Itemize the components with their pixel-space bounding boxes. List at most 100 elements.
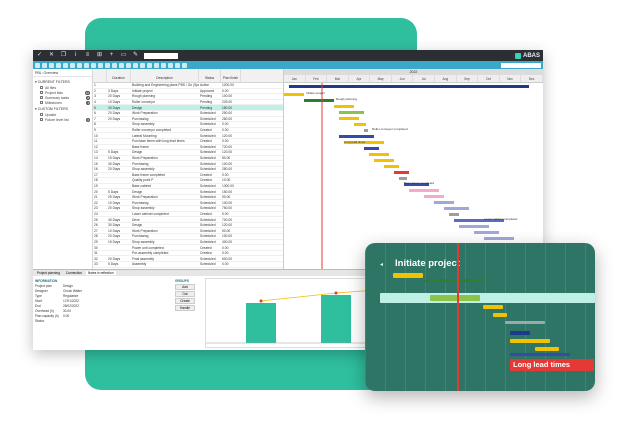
- action-button[interactable]: Out: [175, 291, 195, 297]
- col-header-description[interactable]: Description: [131, 69, 199, 82]
- toolbar-button-icon[interactable]: [119, 62, 124, 68]
- row-duration: 25 Days: [108, 195, 121, 200]
- toolbar-button-icon[interactable]: [105, 62, 110, 68]
- toolbar-button-icon[interactable]: [70, 62, 75, 68]
- gantt-bar[interactable]: [434, 201, 454, 204]
- row-duration: 10 Days: [108, 100, 121, 105]
- check-icon[interactable]: ✓: [36, 50, 43, 61]
- toolbar-button-icon[interactable]: [35, 62, 40, 68]
- filter-checkbox[interactable]: [40, 118, 43, 121]
- toolbar-button-icon[interactable]: [147, 62, 152, 68]
- action-button[interactable]: Create: [175, 298, 195, 304]
- row-description: Purchase items with long lead times: [132, 139, 185, 144]
- collapse-chevron-icon[interactable]: ◂: [380, 261, 383, 268]
- filter-checkbox[interactable]: [40, 113, 43, 116]
- filter-checkbox[interactable]: [40, 91, 43, 94]
- toolbar: [33, 61, 543, 69]
- gantt-bar[interactable]: [339, 135, 374, 138]
- gantt-bar[interactable]: [354, 123, 366, 126]
- detail-tab[interactable]: Project planning: [35, 271, 62, 275]
- gantt-bar[interactable]: [444, 207, 469, 210]
- toolbar-button-icon[interactable]: [182, 62, 187, 68]
- row-plan-finish: 0.00: [222, 211, 229, 216]
- gantt-month: Feb: [306, 75, 328, 82]
- table-row[interactable]: 33 5 Days Assembly Scheduled 0.00: [93, 262, 283, 268]
- gantt-bar[interactable]: [339, 117, 359, 120]
- col-header-status[interactable]: Status: [199, 69, 221, 82]
- gantt-bar[interactable]: [304, 99, 334, 102]
- gantt-bar[interactable]: [364, 147, 379, 150]
- list-icon[interactable]: ≡: [84, 50, 91, 61]
- gantt-bar[interactable]: [289, 85, 529, 88]
- row-description: Design: [132, 105, 143, 110]
- toolbar-button-icon[interactable]: [140, 62, 145, 68]
- toolbar-button-icon[interactable]: [91, 62, 96, 68]
- gantt-bar[interactable]: [334, 105, 354, 108]
- gantt-month: Oct: [478, 75, 500, 82]
- gantt-bar[interactable]: [399, 177, 407, 180]
- row-index: 4: [94, 100, 96, 105]
- gantt-bar[interactable]: [339, 111, 364, 114]
- gantt-bar[interactable]: [474, 231, 499, 234]
- row-index: 20: [94, 189, 98, 194]
- gantt-bar[interactable]: [374, 159, 394, 162]
- toolbar-button-icon[interactable]: [175, 62, 180, 68]
- toolbar-button-icon[interactable]: [168, 62, 173, 68]
- gantt-bar[interactable]: [394, 171, 409, 174]
- gantt-bar[interactable]: [409, 189, 439, 192]
- action-button[interactable]: Handle: [175, 305, 195, 311]
- toolbar-button-icon[interactable]: [126, 62, 131, 68]
- filter-item[interactable]: Milestones 4: [35, 100, 90, 105]
- col-header-plan-finish[interactable]: Plan finish: [221, 69, 241, 82]
- toolbar-button-icon[interactable]: [154, 62, 159, 68]
- gantt-label: Base frame completed: [404, 181, 434, 185]
- gantt-bar[interactable]: [424, 195, 444, 198]
- gantt-bar[interactable]: [459, 225, 489, 228]
- gantt-bar[interactable]: [384, 165, 399, 168]
- command-input[interactable]: [144, 52, 178, 59]
- toolbar-button-icon[interactable]: [112, 62, 117, 68]
- filter-checkbox[interactable]: [40, 101, 43, 104]
- row-description: Power unit completed: [132, 245, 164, 250]
- row-plan-finish: 120.00: [222, 223, 233, 228]
- gantt-bar[interactable]: [484, 237, 514, 240]
- close-icon[interactable]: ✕: [48, 50, 55, 61]
- gantt-bar[interactable]: [369, 153, 389, 156]
- row-index: 8: [94, 122, 96, 127]
- toolbar-button-icon[interactable]: [56, 62, 61, 68]
- filter-tree: ▾ CURRENT FILTERS All files Project lists 1…: [33, 77, 92, 123]
- filter-checkbox[interactable]: [40, 86, 43, 89]
- toolbar-button-icon[interactable]: [49, 62, 54, 68]
- detail-tab[interactable]: Connection: [64, 271, 84, 275]
- filter-item[interactable]: Future level list 0: [35, 117, 90, 122]
- detail-tab[interactable]: Notes in reflection: [86, 271, 116, 275]
- edit-icon[interactable]: ✎: [132, 50, 139, 61]
- col-header-index[interactable]: [93, 69, 107, 82]
- gantt-bar[interactable]: [364, 129, 368, 132]
- toolbar-button-icon[interactable]: [98, 62, 103, 68]
- cart-icon[interactable]: ⊞: [96, 50, 103, 61]
- toolbar-button-icon[interactable]: [161, 62, 166, 68]
- info-title: INFORMATION: [35, 279, 58, 283]
- gantt-bar[interactable]: [284, 93, 304, 96]
- copy-icon[interactable]: ❐: [60, 50, 67, 61]
- file-icon[interactable]: ▭: [120, 50, 127, 61]
- toolbar-button-icon[interactable]: [42, 62, 47, 68]
- toolbar-button-icon[interactable]: [133, 62, 138, 68]
- actions-section: GROUPS Add Out Create Handle: [175, 279, 195, 312]
- info-value: [63, 319, 105, 324]
- row-description: Purchasing: [132, 161, 149, 166]
- col-header-duration[interactable]: Duration: [107, 69, 131, 82]
- row-plan-finish: 0.00: [222, 122, 229, 127]
- capacity-bar: [321, 295, 351, 343]
- row-index: 30: [94, 245, 98, 250]
- toolbar-button-icon[interactable]: [77, 62, 82, 68]
- add-icon[interactable]: +: [108, 50, 115, 61]
- toolbar-button-icon[interactable]: [84, 62, 89, 68]
- info-icon[interactable]: i: [72, 50, 79, 61]
- gantt-bar[interactable]: [449, 213, 459, 216]
- action-button[interactable]: Add: [175, 284, 195, 290]
- filter-checkbox[interactable]: [40, 96, 43, 99]
- toolbar-button-icon[interactable]: [63, 62, 68, 68]
- find-input[interactable]: [501, 62, 541, 68]
